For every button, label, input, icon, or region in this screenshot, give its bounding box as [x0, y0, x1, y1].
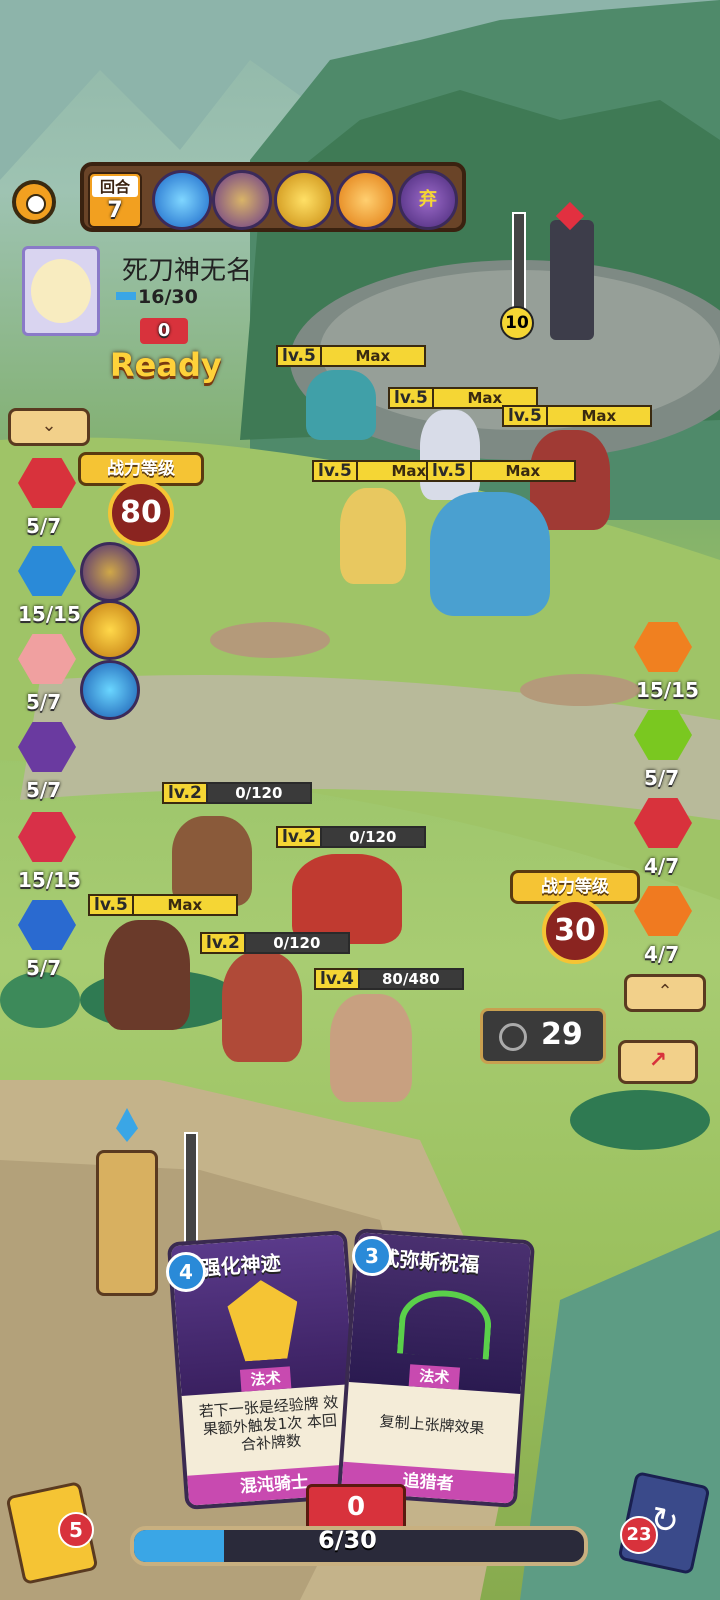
- settings-gear-icon[interactable]: [12, 180, 56, 224]
- enemy-power-badge: 战力等级 80: [78, 444, 204, 546]
- enemy-unit-priest[interactable]: [340, 488, 406, 584]
- buff-wind-icon[interactable]: [80, 660, 140, 720]
- ally-unit-bone-warrior[interactable]: [104, 920, 190, 1030]
- card-type: 法术: [239, 1366, 292, 1392]
- player-tower: [96, 1150, 158, 1296]
- enemy-power-value: 80: [108, 480, 174, 546]
- ally-level-tag: lv.2 0/120: [200, 932, 350, 954]
- player-power-value: 30: [542, 898, 608, 964]
- enemy-level-tag: lv.5 Max: [426, 460, 576, 482]
- right-stat-value: 5/7: [644, 766, 680, 790]
- card-type: 法术: [408, 1364, 461, 1390]
- level-label: lv.4: [314, 968, 358, 990]
- left-stat-value: 5/7: [26, 690, 62, 714]
- discard-label: 弃: [419, 189, 437, 210]
- card-title: 强化神迹: [199, 1250, 282, 1281]
- buff-wand-icon[interactable]: [80, 542, 140, 602]
- level-progress: 80/480: [357, 968, 464, 990]
- level-label: lv.5: [388, 387, 432, 409]
- tower-gauge: [512, 212, 526, 316]
- level-progress: 0/120: [243, 932, 350, 954]
- level-label: lv.2: [200, 932, 244, 954]
- level-label: lv.5: [88, 894, 132, 916]
- ally-level-tag: lv.2 0/120: [276, 826, 426, 848]
- timer-value: 29: [541, 1017, 583, 1052]
- skill-music-book-icon[interactable]: [212, 170, 272, 230]
- level-label: lv.5: [276, 345, 320, 367]
- collapse-chevron-down-icon[interactable]: ⌄: [8, 408, 90, 446]
- left-stat-value: 15/15: [18, 868, 81, 892]
- right-stat-value: 4/7: [644, 854, 680, 878]
- card-cost: 4: [166, 1252, 206, 1292]
- player-shield-badge: 0: [140, 318, 188, 344]
- level-label: lv.5: [502, 405, 546, 427]
- player-name: 死刀神无名: [122, 256, 253, 286]
- right-stat-value: 4/7: [644, 942, 680, 966]
- enemy-unit-ice-mage[interactable]: [420, 410, 480, 500]
- level-label: lv.2: [162, 782, 206, 804]
- ally-level-tag: lv.5 Max: [88, 894, 238, 916]
- level-progress: 0/120: [319, 826, 426, 848]
- deck-count: 5: [58, 1512, 94, 1548]
- discard-skill-button[interactable]: 弃: [398, 170, 458, 230]
- round-value: 7: [107, 198, 123, 223]
- left-stat-value: 5/7: [26, 778, 62, 802]
- ally-level-tag: lv.4 80/480: [314, 968, 464, 990]
- clock-icon: [499, 1023, 527, 1051]
- turn-timer: 29: [480, 1008, 606, 1064]
- level-label: lv.5: [312, 460, 356, 482]
- expand-chevron-up-icon[interactable]: ⌃: [624, 974, 706, 1012]
- skill-amber-crystal-icon[interactable]: [336, 170, 396, 230]
- left-stat-value: 5/7: [26, 956, 62, 980]
- enemy-unit-jade-totem[interactable]: [306, 370, 376, 440]
- player-tower-gauge: [184, 1132, 198, 1246]
- level-progress: 0/120: [205, 782, 312, 804]
- ally-unit-skull-brute[interactable]: [172, 816, 252, 906]
- player-shield-value: 0: [157, 320, 171, 341]
- player-portrait[interactable]: [22, 246, 100, 336]
- round-label: 回合: [92, 176, 138, 197]
- card-cost: 3: [352, 1236, 392, 1276]
- enemy-tower: [550, 220, 594, 340]
- player-power-badge: 战力等级 30: [510, 862, 640, 964]
- card-description: 复制上张牌效果: [379, 1412, 486, 1438]
- ally-unit-tribal-shaman[interactable]: [222, 952, 302, 1062]
- mana-value: 6/30: [318, 1526, 377, 1554]
- level-progress: Max: [131, 894, 238, 916]
- player-hp: 16/30: [138, 286, 198, 308]
- player-hp-bar: [116, 292, 136, 300]
- trend-up-icon[interactable]: ↗: [618, 1040, 698, 1084]
- tower-counter: 10: [500, 306, 534, 340]
- level-progress: Max: [469, 460, 576, 482]
- round-indicator: 回合 7: [88, 172, 142, 228]
- energy-counter: 0: [306, 1484, 406, 1532]
- level-progress: Max: [319, 345, 426, 367]
- level-progress: Max: [545, 405, 652, 427]
- ally-level-tag: lv.2 0/120: [162, 782, 312, 804]
- level-label: lv.2: [276, 826, 320, 848]
- enemy-level-tag: lv.5 Max: [276, 345, 426, 367]
- card-description: 若下一张是经验牌 效果额外触发1次 本回合补牌数: [198, 1393, 339, 1454]
- ally-unit-masked-rider[interactable]: [292, 854, 402, 944]
- left-stat-value: 15/15: [18, 602, 81, 626]
- enemy-level-tag: lv.5 Max: [502, 405, 652, 427]
- buff-swirl-icon[interactable]: [80, 600, 140, 660]
- right-stat-value: 15/15: [636, 678, 699, 702]
- skill-vortex-icon[interactable]: [152, 170, 212, 230]
- game-screen: 10 回合 7 弃 死刀神无名 16/30 0 Ready ⌄ 战力等级 80 …: [0, 0, 720, 1600]
- left-stat-value: 5/7: [26, 514, 62, 538]
- discard-count: 23: [620, 1516, 658, 1554]
- ready-status: Ready: [110, 346, 222, 384]
- level-label: lv.5: [426, 460, 470, 482]
- skill-golden-fist-icon[interactable]: [274, 170, 334, 230]
- ally-unit-axe-barbarian[interactable]: [330, 994, 412, 1102]
- enemy-unit-winged-knight[interactable]: [430, 492, 550, 616]
- mana-fill: [134, 1530, 224, 1562]
